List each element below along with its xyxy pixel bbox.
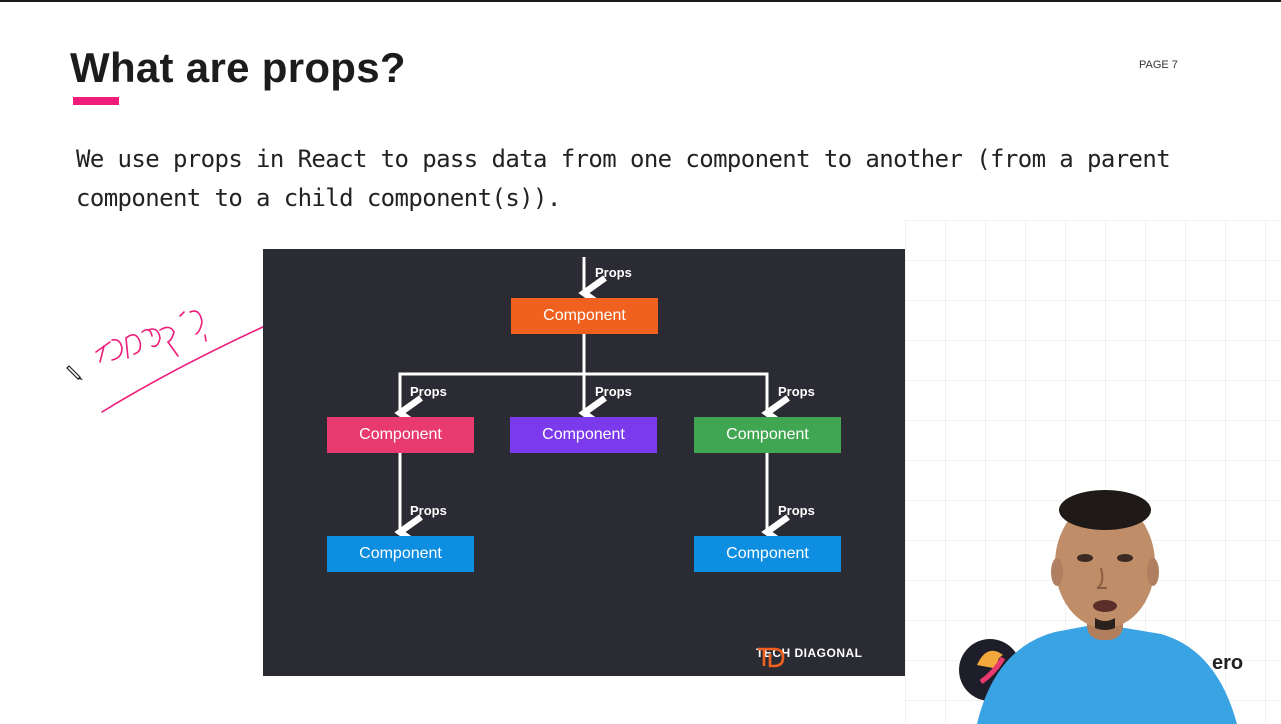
props-label-middle: Props [595, 384, 632, 399]
channel-name-fragment: ero [1212, 652, 1244, 674]
child-component-right: Component [694, 417, 841, 453]
title-underline [73, 97, 119, 105]
pencil-cursor-icon [66, 365, 83, 380]
slide-title: What are props? [70, 44, 406, 91]
handwritten-annotation [95, 310, 266, 413]
brand-logo: TECH DIAGONAL [756, 646, 863, 668]
props-label-right-child: Props [778, 503, 815, 518]
props-label-left-child: Props [410, 503, 447, 518]
top-border [0, 0, 1281, 2]
grandchild-component-right: Component [694, 536, 841, 572]
tech-diagonal-logo-icon [758, 647, 785, 668]
slide-description: We use props in React to pass data from … [76, 145, 1171, 212]
root-component: Component [511, 298, 658, 334]
presenter-webcam [959, 490, 1237, 724]
grandchild-component-left: Component [327, 536, 474, 572]
child-component-middle: Component [510, 417, 657, 453]
child-component-left: Component [327, 417, 474, 453]
props-label-root: Props [595, 265, 632, 280]
page-number: PAGE 7 [1139, 59, 1178, 71]
props-label-left: Props [410, 384, 447, 399]
props-diagram: Props Component Props Props Props Compon… [263, 249, 905, 676]
props-label-right: Props [778, 384, 815, 399]
